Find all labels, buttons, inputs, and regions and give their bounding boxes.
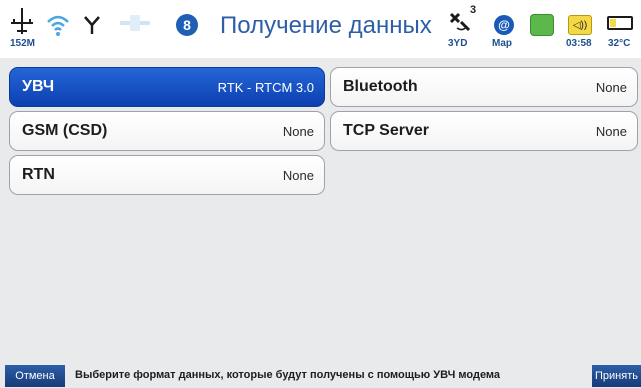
link-status-icon[interactable] — [530, 14, 554, 36]
option-uvch[interactable]: УВЧ RTK - RTCM 3.0 — [9, 67, 325, 107]
option-name: GSM (CSD) — [22, 122, 108, 139]
option-gsm-csd[interactable]: GSM (CSD) None — [9, 111, 325, 151]
option-name: TCP Server — [343, 122, 429, 139]
status-bar: 152M 8 Получение данных 3 3YD @ Map ◁)) … — [0, 0, 641, 58]
map-icon[interactable]: @ — [494, 15, 514, 35]
option-value: None — [595, 79, 627, 95]
option-tcp-server[interactable]: TCP Server None — [330, 111, 638, 151]
bottom-bar: Отмена Выберите формат данных, которые б… — [0, 363, 641, 388]
volume-icon[interactable]: ◁)) — [568, 15, 592, 35]
time-label: 03:58 — [566, 38, 592, 49]
option-value: None — [282, 123, 314, 139]
gps-antenna-icon[interactable] — [120, 12, 150, 39]
option-value: None — [595, 123, 627, 139]
network-label: 152M — [10, 38, 36, 49]
antenna-icon[interactable] — [83, 15, 101, 40]
bluetooth-icon[interactable]: 8 — [176, 14, 198, 36]
option-name: УВЧ — [22, 78, 55, 95]
temperature-label: 32°C — [608, 38, 631, 49]
wifi-icon[interactable] — [46, 14, 70, 41]
map-label: Map — [492, 38, 512, 49]
satellite-icon[interactable] — [447, 8, 471, 39]
satellite-count: 3 — [470, 4, 477, 16]
data-source-panel: УВЧ RTK - RTCM 3.0 GSM (CSD) None RTN No… — [0, 58, 641, 363]
option-rtn[interactable]: RTN None — [9, 155, 325, 195]
option-name: RTN — [22, 166, 55, 183]
satellite-label: 3YD — [448, 38, 468, 49]
option-value: None — [282, 167, 314, 183]
battery-icon[interactable] — [607, 16, 633, 30]
hint-text: Выберите формат данных, которые будут по… — [75, 369, 501, 381]
network-icon[interactable] — [11, 8, 33, 38]
option-value: RTK - RTCM 3.0 — [217, 79, 314, 95]
page-title: Получение данных — [220, 12, 432, 39]
cancel-button[interactable]: Отмена — [5, 365, 65, 387]
option-name: Bluetooth — [343, 78, 418, 95]
accept-button[interactable]: Принять — [592, 365, 641, 387]
option-bluetooth[interactable]: Bluetooth None — [330, 67, 638, 107]
